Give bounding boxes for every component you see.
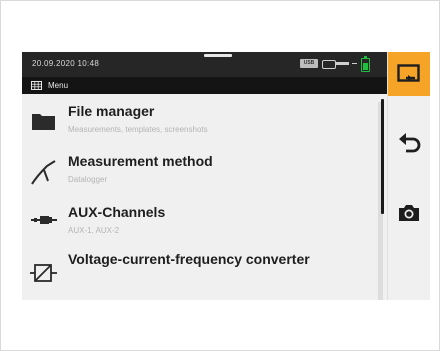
- export-icon: [397, 64, 420, 82]
- usb-dash-icon: [352, 63, 357, 64]
- camera-icon: [399, 205, 419, 221]
- scrollbar-thumb[interactable]: [381, 99, 384, 214]
- menu-item-title: AUX-Channels: [68, 204, 166, 220]
- back-arrow-icon: [399, 133, 421, 153]
- menu-item-title: Voltage-current-frequency converter: [68, 251, 310, 267]
- screenshot-button[interactable]: [388, 198, 430, 228]
- menu-item-file-manager[interactable]: File manager Measurements, templates, sc…: [22, 94, 375, 146]
- usb-badge: USB: [300, 59, 318, 68]
- pull-down-handle[interactable]: [204, 54, 232, 57]
- menu-item-subtitle: Measurements, templates, screenshots: [68, 125, 208, 134]
- grid-menu-icon[interactable]: [31, 81, 42, 90]
- right-toolbar: [387, 52, 430, 300]
- folder-icon: [32, 114, 55, 130]
- menu-item-title: Measurement method: [68, 153, 213, 169]
- measurement-needle-icon: [31, 160, 56, 185]
- battery-icon: [361, 56, 370, 72]
- menu-item-voltage-current-frequency-converter[interactable]: Voltage-current-frequency converter: [22, 246, 375, 298]
- status-bar: 20.09.2020 10:48 USB: [22, 52, 387, 77]
- usb-cable-icon: [335, 62, 349, 65]
- page-title: Menu: [48, 81, 69, 90]
- menu-list: File manager Measurements, templates, sc…: [22, 94, 375, 300]
- title-bar: Menu: [22, 77, 387, 94]
- back-button[interactable]: [388, 124, 430, 160]
- usb-connection-icon: [322, 60, 336, 69]
- export-button[interactable]: [388, 52, 430, 96]
- status-datetime: 20.09.2020 10:48: [32, 59, 100, 68]
- device-screen: 20.09.2020 10:48 USB Menu File manager M…: [22, 52, 430, 300]
- menu-item-measurement-method[interactable]: Measurement method Datalogger: [22, 144, 375, 196]
- image-frame: 20.09.2020 10:48 USB Menu File manager M…: [0, 0, 440, 351]
- aux-plug-icon: [31, 216, 57, 224]
- menu-item-subtitle: Datalogger: [68, 175, 108, 184]
- converter-icon: [30, 264, 57, 282]
- menu-item-title: File manager: [68, 103, 155, 119]
- menu-item-aux-channels[interactable]: AUX-Channels AUX-1, AUX-2: [22, 195, 375, 247]
- menu-item-subtitle: AUX-1, AUX-2: [68, 226, 120, 235]
